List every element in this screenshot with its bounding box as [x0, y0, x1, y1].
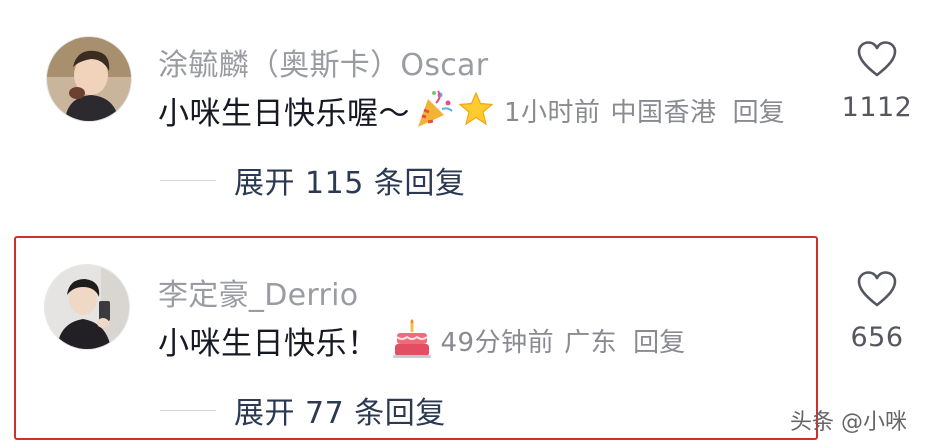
- avatar-image: [47, 37, 131, 121]
- expand-replies-label: 展开 77 条回复: [234, 396, 446, 431]
- star-icon: [458, 90, 494, 131]
- avatar-image: [45, 265, 129, 349]
- comment-time: 1小时前: [504, 98, 601, 128]
- like-button[interactable]: 1112: [832, 40, 922, 123]
- birthday-cake-icon: [392, 318, 431, 363]
- expand-replies-label: 展开 115 条回复: [234, 166, 466, 201]
- heart-icon: [857, 41, 897, 77]
- like-button[interactable]: 656: [832, 270, 922, 353]
- heart-icon: [857, 271, 897, 307]
- like-count: 656: [850, 322, 904, 353]
- comment-text-line: 小咪生日快乐喔～ 1小时前 中国香港 回复: [158, 88, 785, 133]
- watermark-text: 头条 @小咪: [790, 410, 907, 435]
- divider: [160, 179, 216, 181]
- comment-text-line: 小咪生日快乐！ 49分钟前 广东 回复: [158, 318, 685, 363]
- avatar[interactable]: [47, 37, 131, 121]
- like-count: 1112: [841, 92, 913, 123]
- reply-button[interactable]: 回复: [733, 92, 785, 129]
- party-popper-icon: [414, 89, 454, 133]
- avatar[interactable]: [45, 265, 129, 349]
- comment-text: 小咪生日快乐喔～: [158, 96, 410, 132]
- reply-button[interactable]: 回复: [633, 322, 685, 359]
- divider: [160, 409, 216, 411]
- expand-replies-button[interactable]: 展开 115 条回复: [160, 158, 465, 202]
- comment-time: 49分钟前: [440, 328, 555, 358]
- comment-location: 中国香港: [610, 98, 717, 128]
- expand-replies-button[interactable]: 展开 77 条回复: [160, 388, 446, 432]
- comment-username[interactable]: 涂毓麟（奥斯卡）Oscar: [158, 40, 488, 84]
- comment-location: 广东: [564, 328, 618, 358]
- comment-text: 小咪生日快乐！: [158, 326, 379, 362]
- comment-username[interactable]: 李定豪_Derrio: [158, 270, 358, 314]
